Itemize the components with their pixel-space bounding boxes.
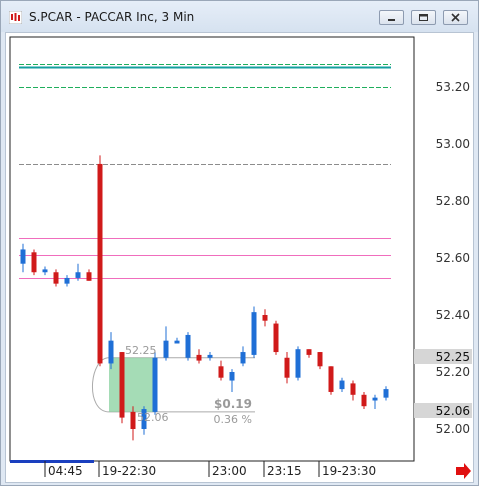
- candle: [119, 352, 125, 424]
- candle-body-up: [174, 340, 180, 344]
- candle: [152, 352, 158, 415]
- measure-range-box: [109, 357, 155, 412]
- candle: [174, 337, 180, 344]
- selection-price-tag-label: 52.06: [436, 404, 470, 418]
- candle-body-down: [284, 357, 290, 378]
- measure-bracket: [92, 357, 110, 413]
- x-tick-label: 23:00: [212, 464, 247, 478]
- candle-body-up: [240, 352, 246, 364]
- candle-body-down: [273, 323, 279, 353]
- candle-body-up: [295, 349, 301, 378]
- y-tick-label: 52.00: [436, 422, 470, 436]
- candle-body-down: [86, 272, 92, 281]
- candle: [42, 266, 48, 276]
- candle: [64, 275, 70, 287]
- candle: [262, 309, 268, 327]
- candle: [295, 346, 301, 381]
- candle-body-up: [372, 397, 378, 401]
- candle: [53, 269, 59, 287]
- measure-change-percent: 0.36 %: [214, 413, 252, 426]
- candle-body-down: [317, 352, 323, 367]
- candle-body-up: [108, 340, 114, 364]
- candle-body-down: [350, 383, 356, 395]
- candle-body-down: [31, 252, 37, 273]
- candle: [306, 349, 312, 358]
- candle: [196, 349, 202, 364]
- candle-body-down: [130, 411, 136, 429]
- candle: [163, 326, 169, 361]
- measure-change-dollar: $0.19: [214, 397, 252, 411]
- measure-start-label: 52.25: [125, 344, 157, 357]
- candlestick-chart[interactable]: 53.20 53.00 52.80 52.60 52.40 52.20 52.0…: [1, 1, 478, 485]
- level-lines: [19, 64, 391, 279]
- candle: [185, 332, 191, 361]
- candle: [350, 380, 356, 401]
- candle-body-up: [64, 277, 70, 284]
- candle-body-up: [163, 340, 169, 358]
- candle: [361, 391, 367, 410]
- candle-body-up: [339, 380, 345, 390]
- candle: [284, 352, 290, 384]
- y-tick-label: 52.60: [436, 251, 470, 265]
- y-tick-label: 52.80: [436, 194, 470, 208]
- candle: [86, 269, 92, 281]
- y-tick-label: 52.20: [436, 365, 470, 379]
- candle-body-up: [229, 372, 235, 381]
- candle-body-up: [20, 249, 26, 264]
- x-tick-label: 19-23:30: [322, 464, 376, 478]
- candles: [20, 155, 389, 441]
- candle-body-up: [152, 357, 158, 412]
- candle-body-up: [42, 269, 48, 273]
- last-price-tag-label: 52.25: [436, 350, 470, 364]
- candle-body-down: [328, 366, 334, 392]
- candle: [31, 249, 37, 276]
- candle-body-down: [262, 315, 268, 321]
- candle: [97, 155, 103, 367]
- scroll-right-arrow-icon[interactable]: [456, 463, 471, 479]
- candle: [207, 352, 213, 361]
- candle-body-down: [306, 349, 312, 355]
- chart-window: S.PCAR - PACCAR Inc, 3 Min 53.20 53.00 5…: [0, 0, 479, 486]
- candle-body-down: [53, 272, 59, 284]
- candle-body-down: [361, 394, 367, 407]
- candle: [251, 306, 257, 358]
- candle-body-down: [196, 354, 202, 361]
- candle-body-up: [383, 389, 389, 398]
- x-tick-label: 19-22:30: [102, 464, 156, 478]
- candle-body-up: [75, 272, 81, 278]
- x-tick-label: 04:45: [48, 464, 83, 478]
- candle: [317, 352, 323, 370]
- candle-body-up: [251, 312, 257, 355]
- candle: [218, 360, 224, 381]
- candle: [383, 386, 389, 401]
- y-tick-label: 53.00: [436, 137, 470, 151]
- measure-end-label: 52.06: [137, 411, 169, 424]
- candle-body-down: [97, 163, 103, 364]
- candle: [339, 377, 345, 392]
- x-tick-label: 23:15: [267, 464, 302, 478]
- y-tick-label: 53.20: [436, 80, 470, 94]
- candle-body-down: [218, 366, 224, 378]
- time-scroll-indicator[interactable]: [10, 460, 94, 463]
- candle: [229, 369, 235, 392]
- candle: [273, 320, 279, 355]
- candle: [372, 394, 378, 410]
- candle-body-up: [207, 354, 213, 358]
- candle: [328, 366, 334, 395]
- candle: [20, 243, 26, 273]
- candle-body-down: [119, 352, 125, 418]
- candle-body-up: [185, 334, 191, 358]
- candle: [240, 346, 246, 367]
- y-tick-label: 52.40: [436, 308, 470, 322]
